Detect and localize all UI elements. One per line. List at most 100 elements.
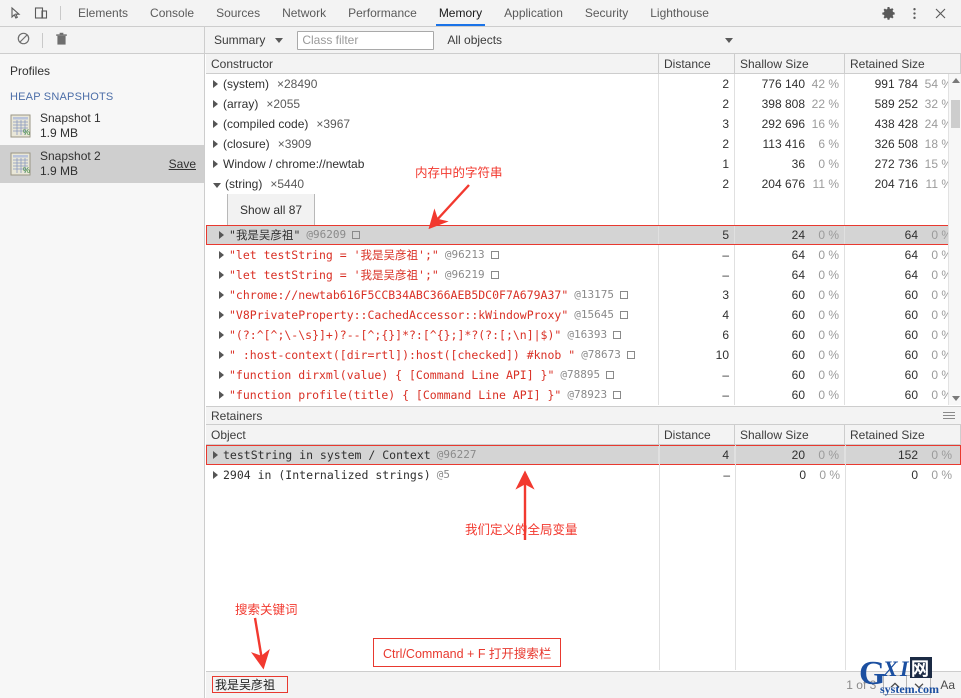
expand-triangle-icon[interactable] <box>219 331 224 339</box>
column-header-shallow-size[interactable]: Shallow Size <box>735 424 845 445</box>
view-select[interactable]: Summary <box>214 33 284 47</box>
table-row[interactable]: Window / chrome://newtab 1 36 0 % 272 736… <box>206 154 961 174</box>
tab-lighthouse[interactable]: Lighthouse <box>639 0 720 26</box>
column-header-object[interactable]: Object <box>206 424 659 445</box>
row-retained-size: 60 0 % <box>904 288 952 302</box>
sidebar-item-snapshot-2[interactable]: % Snapshot 2 1.9 MB Save <box>0 145 204 183</box>
object-marker-icon[interactable] <box>620 291 629 299</box>
expand-triangle-icon[interactable] <box>219 271 224 279</box>
objects-select-value[interactable]: All objects <box>447 33 502 47</box>
expand-triangle-icon[interactable] <box>219 351 224 359</box>
expand-triangle-icon[interactable] <box>219 311 224 319</box>
table-row[interactable]: "V8PrivateProperty::CachedAccessor::kWin… <box>206 305 961 325</box>
vertical-scrollbar[interactable] <box>948 74 961 405</box>
search-field-wrap[interactable]: 我是吴彦祖 <box>212 675 846 695</box>
expand-triangle-icon[interactable] <box>219 371 224 379</box>
tab-sources[interactable]: Sources <box>205 0 271 26</box>
column-header-distance[interactable]: Distance <box>659 424 735 445</box>
search-input[interactable]: 我是吴彦祖 <box>212 676 846 694</box>
scroll-down-icon[interactable] <box>949 392 961 405</box>
collapse-triangle-icon[interactable] <box>213 182 221 188</box>
retainer-row[interactable]: 2904 in (Internalized strings) @5 – 00 %… <box>206 465 961 485</box>
table-row[interactable]: "function profile(title) { [Command Line… <box>206 385 961 405</box>
tab-security[interactable]: Security <box>574 0 639 26</box>
row-shallow-size: 64 0 % <box>735 265 845 285</box>
object-id: @78895 <box>560 368 601 381</box>
inspect-element-icon[interactable] <box>8 6 23 21</box>
object-marker-icon[interactable] <box>490 271 499 279</box>
device-toolbar-icon[interactable] <box>33 6 48 21</box>
more-vertical-icon[interactable] <box>902 1 926 25</box>
tab-label: Lighthouse <box>650 6 709 20</box>
scrollbar-thumb[interactable] <box>951 100 960 128</box>
close-icon[interactable] <box>928 1 952 25</box>
tab-application[interactable]: Application <box>493 0 574 26</box>
table-row[interactable]: (string) ×5440 2 204 676 11 % 204 716 11 % <box>206 174 961 194</box>
row-shallow-size: 398 808 22 % <box>735 94 845 114</box>
chevron-down-icon[interactable] <box>725 37 733 43</box>
table-row[interactable]: (closure) ×3909 2 113 416 6 % 326 508 18 % <box>206 134 961 154</box>
table-row[interactable]: "chrome://newtab616F5CCB34ABC366AEB5DC0F… <box>206 285 961 305</box>
object-marker-icon[interactable] <box>490 251 499 259</box>
object-marker-icon[interactable] <box>613 331 622 339</box>
tab-memory[interactable]: Memory <box>428 0 493 26</box>
table-row[interactable]: "function dirxml(value) { [Command Line … <box>206 365 961 385</box>
object-id: @96209 <box>306 228 347 241</box>
expand-triangle-icon[interactable] <box>213 80 218 88</box>
column-header-retained-size[interactable]: Retained Size <box>845 424 961 445</box>
table-row[interactable]: (compiled code) ×3967 3 292 696 16 % 438 … <box>206 114 961 134</box>
tab-elements[interactable]: Elements <box>67 0 139 26</box>
svg-text:system.com: system.com <box>880 682 939 696</box>
expand-triangle-icon[interactable] <box>219 251 224 259</box>
object-marker-icon[interactable] <box>620 311 629 319</box>
tab-console[interactable]: Console <box>139 0 205 26</box>
gear-icon[interactable] <box>876 1 900 25</box>
tab-label: Elements <box>78 6 129 20</box>
column-header-distance[interactable]: Distance <box>659 54 735 74</box>
heap-snapshot-icon: % <box>10 152 32 177</box>
snapshot-size: 1.9 MB <box>40 164 79 178</box>
table-row-selected[interactable]: "我是吴彦祖" @96209 5 24 0 % 64 0 % <box>206 225 961 245</box>
row-distance: 4 <box>659 445 735 465</box>
table-row[interactable]: "let testString = '我是吴彦祖';" @96213 – 64 0… <box>206 245 961 265</box>
column-header-shallow-size[interactable]: Shallow Size <box>735 54 845 74</box>
row-distance: 10 <box>659 345 735 365</box>
show-all-button[interactable]: Show all 87 <box>227 194 316 225</box>
column-header-retained-size[interactable]: Retained Size <box>845 54 961 74</box>
menu-icon[interactable] <box>943 410 955 421</box>
expand-triangle-icon[interactable] <box>213 160 218 168</box>
table-row[interactable]: (system) ×28490 2 776 140 42 % 991 784 54 … <box>206 74 961 94</box>
table-row[interactable]: "(?:^[^;\-\s}]+)?--[^;{}]*?:[^{};]*?(?:[… <box>206 325 961 345</box>
object-marker-icon[interactable] <box>626 351 635 359</box>
expand-triangle-icon[interactable] <box>213 120 218 128</box>
class-filter-input[interactable]: Class filter <box>297 30 435 50</box>
tab-network[interactable]: Network <box>271 0 337 26</box>
sidebar-item-snapshot-1[interactable]: % Snapshot 1 1.9 MB <box>0 107 204 145</box>
object-marker-icon[interactable] <box>613 391 622 399</box>
row-retained-size: 438 428 24 % <box>874 117 952 131</box>
object-id: @78923 <box>567 388 608 401</box>
expand-triangle-icon[interactable] <box>213 471 218 479</box>
expand-triangle-icon[interactable] <box>213 140 218 148</box>
table-row[interactable]: " :host-context([dir=rtl]):host([checked… <box>206 345 961 365</box>
expand-triangle-icon[interactable] <box>219 291 224 299</box>
retainer-row-selected[interactable]: testString in system / Context @96227 4 … <box>206 445 961 465</box>
trash-icon[interactable] <box>55 32 68 49</box>
expand-triangle-icon[interactable] <box>219 391 224 399</box>
expand-triangle-icon[interactable] <box>219 231 224 239</box>
tab-performance[interactable]: Performance <box>337 0 428 26</box>
no-entry-icon[interactable] <box>17 32 30 48</box>
object-marker-icon[interactable] <box>606 371 615 379</box>
expand-triangle-icon[interactable] <box>213 100 218 108</box>
table-row[interactable]: "let testString = '我是吴彦祖';" @96219 – 64 0… <box>206 265 961 285</box>
scroll-up-icon[interactable] <box>949 74 961 87</box>
annotation-search-shortcut: Ctrl/Command + F 打开搜索栏 <box>373 638 562 667</box>
svg-text:网: 网 <box>911 659 929 679</box>
row-retained-size: 272 736 15 % <box>874 157 952 171</box>
object-marker-icon[interactable] <box>352 231 361 239</box>
expand-triangle-icon[interactable] <box>213 451 218 459</box>
tab-label: Application <box>504 6 563 20</box>
column-header-constructor[interactable]: Constructor <box>206 54 659 74</box>
save-snapshot-link[interactable]: Save <box>169 157 196 171</box>
table-row[interactable]: (array) ×2055 2 398 808 22 % 589 252 32 % <box>206 94 961 114</box>
